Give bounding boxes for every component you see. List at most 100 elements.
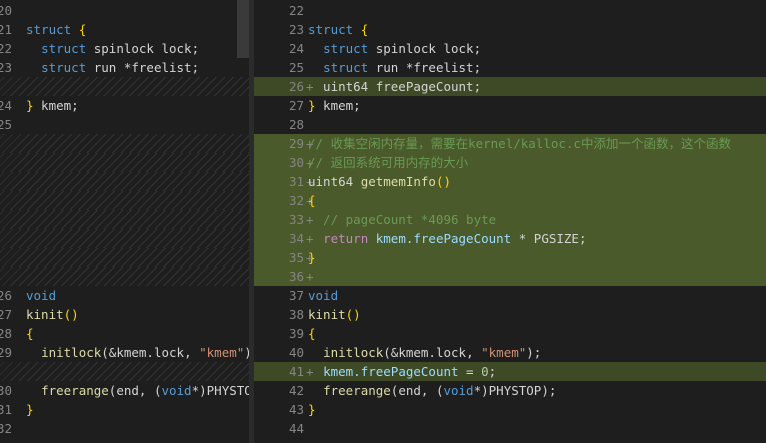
code-token: (end, ( (390, 383, 444, 398)
code-token: initlock (323, 345, 384, 360)
code-token: // 返回系统可用内存的大小 (308, 155, 469, 170)
code-line[interactable]: 20 (0, 1, 249, 20)
code-line[interactable]: 36 + (254, 267, 766, 286)
code-line[interactable]: 39 { (254, 324, 766, 343)
code-text: } (26, 400, 34, 419)
code-text: uint64 freePageCount; (308, 77, 481, 96)
code-token: } (26, 402, 34, 417)
code-line[interactable]: 44 (254, 419, 766, 438)
code-line[interactable]: 42 freerange(end, (void*)PHYSTOP); (254, 381, 766, 400)
code-line[interactable]: 25 struct run *freelist; (254, 58, 766, 77)
line-number: 22 (0, 41, 12, 56)
code-text: kinit() (308, 305, 361, 324)
code-token: () (345, 307, 361, 322)
code-text: freerange(end, (void*)PHYSTOP); (26, 381, 249, 400)
code-line[interactable]: 37 void (254, 286, 766, 305)
code-line[interactable]: 40 initlock(&kmem.lock, "kmem"); (254, 343, 766, 362)
code-line[interactable]: 33 // (0, 438, 249, 443)
line-number: 28 (288, 117, 304, 132)
code-token: struct (323, 60, 369, 75)
code-text: // (26, 438, 56, 443)
code-line[interactable]: 29 initlock(&kmem.lock, "kmem")); (0, 343, 249, 362)
code-line[interactable] (0, 362, 249, 381)
line-number: 28 (0, 326, 12, 341)
code-line[interactable]: 26 void (0, 286, 249, 305)
code-token: struct (308, 22, 354, 37)
code-line[interactable]: 30 freerange(end, (void*)PHYSTOP); (0, 381, 249, 400)
code-line[interactable] (0, 153, 249, 172)
code-line[interactable]: 31 + uint64 getmemInfo() (254, 172, 766, 191)
line-number: 43 (288, 402, 304, 417)
code-line[interactable]: 35 +} (254, 248, 766, 267)
line-number: 39 (288, 326, 304, 341)
code-line[interactable]: 45 // (254, 438, 766, 443)
code-line[interactable] (0, 191, 249, 210)
code-line[interactable]: 33 + // pageCount *4096 byte (254, 210, 766, 229)
code-text: // 返回系统可用内存的大小 (308, 153, 468, 172)
code-token: freerange (41, 383, 109, 398)
line-number: 29 (288, 136, 304, 151)
code-line[interactable]: 24} kmem; (0, 96, 249, 115)
code-line[interactable] (0, 77, 249, 96)
left-scrollbar-thumb[interactable] (237, 0, 249, 58)
code-token: "kmem" (199, 345, 245, 360)
code-line[interactable] (0, 210, 249, 229)
code-line[interactable]: 32 (0, 419, 249, 438)
code-line[interactable] (0, 172, 249, 191)
code-line[interactable]: 24 struct spinlock lock; (254, 39, 766, 58)
diff-left-pane[interactable]: 20 21 struct {22 struct spinlock lock; 23 s… (0, 0, 249, 443)
line-number: 26 (0, 288, 12, 303)
code-text: struct { (26, 20, 86, 39)
code-token: } (26, 98, 34, 113)
diff-right-pane[interactable]: 22 23 struct {24 struct spinlock lock; 25 s… (254, 0, 766, 443)
code-text: struct { (308, 20, 368, 39)
code-line[interactable]: 25 (0, 115, 249, 134)
code-line[interactable]: 41 + kmem.freePageCount = 0; (254, 362, 766, 381)
code-text: } (308, 248, 316, 267)
code-line[interactable]: 31} (0, 400, 249, 419)
code-line[interactable]: 23 struct { (254, 20, 766, 39)
code-line[interactable]: 28 { (0, 324, 249, 343)
code-line[interactable]: 32 +{ (254, 191, 766, 210)
code-token: spinlock lock; (368, 41, 482, 56)
code-line[interactable]: 28 (254, 115, 766, 134)
code-line[interactable] (0, 229, 249, 248)
code-line[interactable]: 27} kmem; (254, 96, 766, 115)
line-number: 36 (288, 269, 304, 284)
code-line[interactable]: 30 +// 返回系统可用内存的大小 (254, 153, 766, 172)
code-line[interactable]: 22 (254, 1, 766, 20)
diff-added-marker: + (306, 269, 314, 284)
code-token: void (161, 383, 192, 398)
code-token: struct (41, 41, 87, 56)
code-line[interactable]: 34 + return kmem.freePageCount * PGSIZE; (254, 229, 766, 248)
code-token: kmem.freePageCount (323, 364, 459, 379)
code-line[interactable]: 22 struct spinlock lock; (0, 39, 249, 58)
code-line[interactable] (0, 248, 249, 267)
code-token: { (360, 22, 369, 37)
code-text: struct run *freelist; (26, 58, 199, 77)
line-number: 29 (0, 345, 12, 360)
code-token: kinit (26, 307, 64, 322)
code-line[interactable]: 23 struct run *freelist; (0, 58, 249, 77)
code-line[interactable] (0, 134, 249, 153)
code-line[interactable]: 21 struct { (0, 20, 249, 39)
code-line[interactable]: 43} (254, 400, 766, 419)
code-line[interactable]: 29 +// 收集空闲内存量，需要在kernel/kalloc.c中添加一个函数，… (254, 134, 766, 153)
code-token: return (323, 231, 369, 246)
code-line[interactable]: 38 kinit() (254, 305, 766, 324)
line-number: 44 (288, 421, 304, 436)
code-token: struct (26, 22, 72, 37)
code-text: // (308, 438, 338, 443)
code-line[interactable]: 27 kinit() (0, 305, 249, 324)
code-token: } (308, 250, 316, 265)
code-line[interactable] (0, 267, 249, 286)
code-line[interactable]: 26 + uint64 freePageCount; (254, 77, 766, 96)
